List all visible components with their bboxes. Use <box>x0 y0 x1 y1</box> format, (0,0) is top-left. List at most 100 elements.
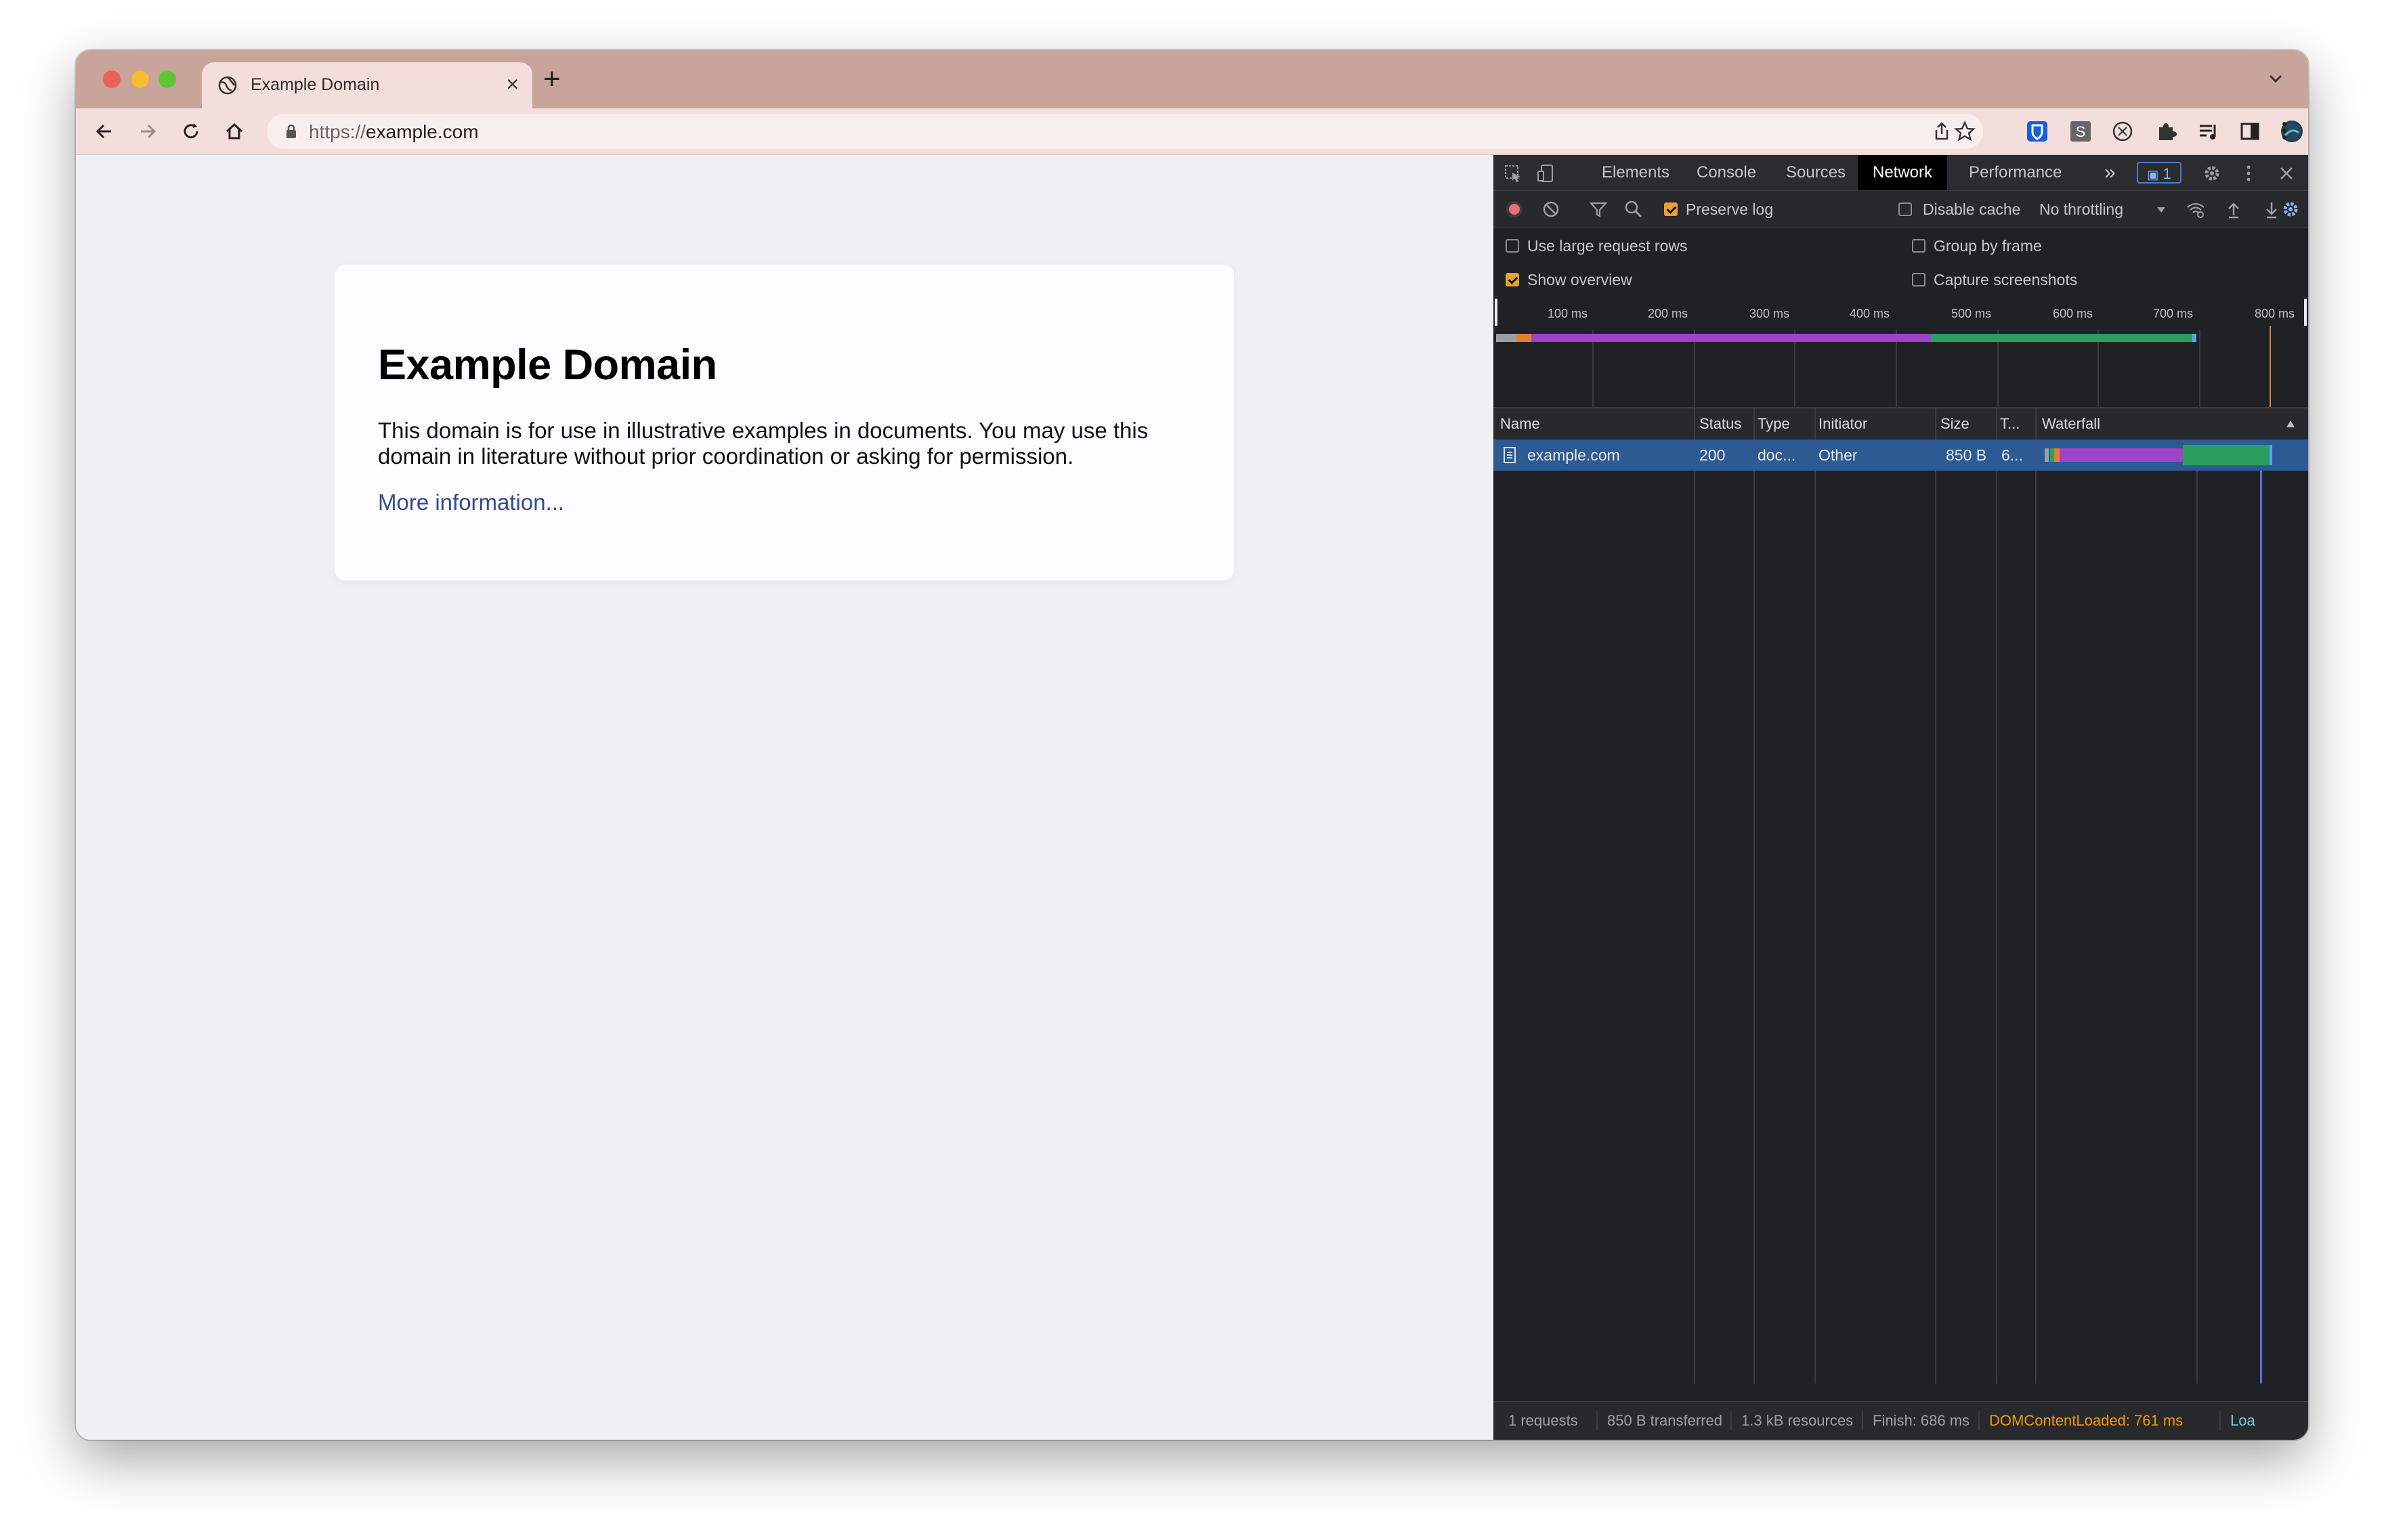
waterfall-ssl <box>2060 448 2183 462</box>
overview-left-handle[interactable] <box>1495 299 1497 326</box>
overview-bar-download <box>2192 334 2196 342</box>
overview-tick: 600 ms <box>2053 307 2093 320</box>
preserve-log-label: Preserve log <box>1686 200 1774 218</box>
device-toolbar-icon[interactable] <box>1535 163 1556 184</box>
large-rows-label: Use large request rows <box>1527 237 1688 255</box>
url-scheme: https:// <box>309 121 366 142</box>
lock-icon <box>286 124 296 138</box>
throttling-select[interactable]: No throttling <box>2039 200 2123 219</box>
show-overview-checkbox[interactable] <box>1506 273 1519 286</box>
back-arrow-icon[interactable] <box>92 119 116 144</box>
document-icon <box>1504 447 1516 463</box>
page-paragraph: This domain is for use in illustrative e… <box>378 418 1149 469</box>
maximize-window-button[interactable] <box>158 70 176 88</box>
large-rows-checkbox[interactable] <box>1506 239 1519 253</box>
browser-menu-icon[interactable] <box>2281 119 2288 143</box>
table-row[interactable]: example.com 200 doc... Other 850 B 6... <box>1493 440 2308 471</box>
clear-icon[interactable] <box>1541 199 1561 219</box>
tab-network[interactable]: Network <box>1858 155 1948 190</box>
browser-tab[interactable]: Example Domain × <box>202 62 532 108</box>
star-icon[interactable] <box>1953 120 1976 143</box>
network-overview[interactable]: 100 ms 200 ms 300 ms 400 ms 500 ms 600 m… <box>1493 299 2308 408</box>
preserve-log-checkbox[interactable] <box>1664 202 1678 216</box>
url-text[interactable]: https://example.com <box>309 121 479 143</box>
resources-size: 1.3 kB resources <box>1741 1412 1854 1429</box>
tab-close-icon[interactable]: × <box>506 72 519 97</box>
gear-icon[interactable] <box>2202 163 2222 184</box>
globe-icon <box>218 76 237 95</box>
share-icon[interactable] <box>1930 120 1953 143</box>
dcl-marker <box>2270 326 2271 407</box>
overview-tick: 500 ms <box>1951 307 1992 320</box>
reload-icon[interactable] <box>179 119 203 144</box>
tab-performance[interactable]: Performance <box>1967 155 2063 190</box>
download-icon[interactable] <box>2261 199 2282 219</box>
column-time[interactable]: T... <box>2000 408 2034 440</box>
disable-cache-checkbox[interactable] <box>1898 202 1912 216</box>
disable-cache-label: Disable cache <box>1923 200 2021 218</box>
home-icon[interactable] <box>222 119 247 144</box>
more-tabs-button[interactable]: » <box>2103 155 2117 190</box>
tab-console[interactable]: Console <box>1695 155 1758 190</box>
column-waterfall[interactable]: Waterfall <box>2042 408 2245 440</box>
bitwarden-shield-icon[interactable] <box>2025 119 2049 144</box>
waterfall-download <box>2270 445 2272 465</box>
search-icon[interactable] <box>1623 199 1644 219</box>
s-extension-icon[interactable]: S <box>2068 119 2093 144</box>
capture-screenshots-label: Capture screenshots <box>1934 271 2078 288</box>
record-icon[interactable] <box>1504 199 1525 219</box>
inspect-element-icon[interactable] <box>1503 163 1523 184</box>
new-tab-button[interactable]: + <box>543 62 561 96</box>
network-settings-gear-icon[interactable] <box>2280 199 2301 219</box>
request-time: 6... <box>2001 446 2023 464</box>
waterfall-connect <box>2054 448 2060 462</box>
media-queue-icon[interactable] <box>2196 119 2220 144</box>
column-divider <box>1814 408 1816 1384</box>
issues-count: 1 <box>2163 165 2171 182</box>
filter-icon[interactable] <box>1588 199 1609 219</box>
minimize-window-button[interactable] <box>131 70 149 88</box>
load-time: Loa <box>2230 1412 2255 1429</box>
compass-extension-icon[interactable] <box>2110 119 2135 144</box>
request-name: example.com <box>1527 446 1620 464</box>
issues-badge[interactable]: ▣ 1 <box>2137 162 2181 184</box>
network-toolbar: Preserve log Disable cache No throttling <box>1493 191 2308 228</box>
overview-right-handle[interactable] <box>2304 299 2307 326</box>
close-icon[interactable] <box>2276 163 2297 184</box>
capture-screenshots-checkbox[interactable] <box>1912 273 1925 286</box>
browser-toolbar: https://example.com S <box>76 108 2308 155</box>
waterfall-waiting <box>2183 445 2270 465</box>
column-divider <box>1935 408 1936 1384</box>
show-overview-label: Show overview <box>1527 271 1632 288</box>
upload-icon[interactable] <box>2223 199 2244 219</box>
side-panel-icon[interactable] <box>2238 119 2262 144</box>
status-separator <box>1596 1411 1598 1430</box>
request-type: doc... <box>1758 446 1796 464</box>
column-divider <box>1996 408 1997 1384</box>
column-status[interactable]: Status <box>1699 408 1747 440</box>
group-by-frame-checkbox[interactable] <box>1912 239 1925 253</box>
overview-bar-ssl <box>1531 334 1931 342</box>
request-size: 850 B <box>1946 446 1987 464</box>
address-bar[interactable]: https://example.com <box>267 114 1983 149</box>
tab-elements[interactable]: Elements <box>1600 155 1671 190</box>
column-name[interactable]: Name <box>1500 408 1690 440</box>
finish-time: Finish: 686 ms <box>1873 1412 1970 1429</box>
more-information-link[interactable]: More information... <box>378 490 564 515</box>
status-separator <box>1862 1411 1863 1430</box>
network-conditions-icon[interactable] <box>2186 199 2206 219</box>
column-type[interactable]: Type <box>1758 408 1812 440</box>
overview-tick: 700 ms <box>2153 307 2194 320</box>
tab-sources[interactable]: Sources <box>1785 155 1847 190</box>
column-initiator[interactable]: Initiator <box>1818 408 1934 440</box>
caret-down-icon[interactable] <box>2156 206 2167 214</box>
forward-arrow-icon[interactable] <box>135 119 160 144</box>
column-size[interactable]: Size <box>1940 408 1995 440</box>
network-status-bar: 1 requests 850 B transferred 1.3 kB reso… <box>1493 1401 2308 1440</box>
kebab-menu-icon[interactable] <box>2238 163 2259 184</box>
overview-bar-waiting <box>1931 334 2192 342</box>
close-window-button[interactable] <box>103 70 121 88</box>
sort-ascending-icon[interactable] <box>2286 420 2295 428</box>
puzzle-piece-icon[interactable] <box>2154 119 2178 144</box>
chevron-down-icon[interactable] <box>2266 69 2285 88</box>
